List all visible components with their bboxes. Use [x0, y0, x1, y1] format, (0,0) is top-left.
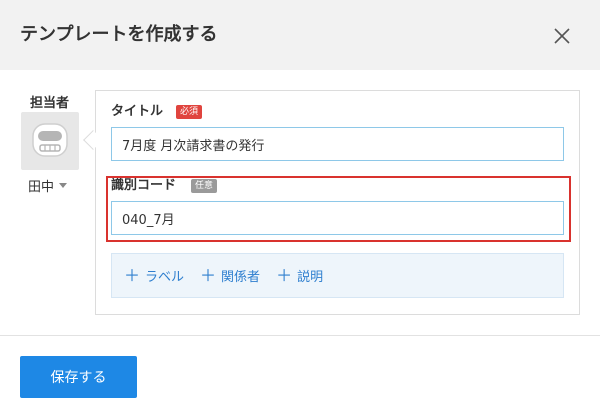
robot-avatar-icon — [32, 123, 68, 157]
add-label-text: ラベル — [145, 270, 185, 285]
assignee-label: 担当者 — [30, 96, 70, 111]
add-stakeholder-link[interactable]: ＋ 関係者 — [200, 266, 260, 285]
plus-icon: ＋ — [200, 265, 217, 285]
footer-divider — [0, 335, 600, 336]
plus-icon: ＋ — [276, 265, 293, 285]
create-template-dialog: テンプレートを作成する 担当者 田中 タイトル 必須 識 — [0, 0, 600, 420]
plus-icon: ＋ — [124, 265, 141, 285]
avatar[interactable] — [21, 112, 79, 170]
add-options-bar: ＋ ラベル ＋ 関係者 ＋ 説明 — [111, 253, 564, 298]
required-badge: 必須 — [176, 105, 203, 119]
close-button[interactable] — [546, 20, 578, 52]
caret-down-icon — [59, 182, 68, 188]
code-label: 識別コード — [111, 178, 177, 193]
optional-badge: 任意 — [191, 179, 218, 193]
add-stakeholder-text: 関係者 — [221, 270, 261, 285]
add-label-link[interactable]: ＋ ラベル — [124, 266, 184, 285]
add-description-link[interactable]: ＋ 説明 — [276, 266, 323, 285]
dialog-header: テンプレートを作成する — [0, 0, 600, 70]
assignee-dropdown[interactable]: 田中 — [28, 175, 68, 195]
close-icon — [554, 28, 570, 44]
code-input[interactable] — [111, 201, 564, 235]
title-input[interactable] — [111, 127, 564, 161]
assignee-name: 田中 — [28, 179, 55, 195]
title-label: タイトル — [111, 104, 164, 119]
add-description-text: 説明 — [297, 270, 324, 285]
dialog-title: テンプレートを作成する — [20, 24, 218, 45]
save-button[interactable]: 保存する — [20, 356, 137, 398]
